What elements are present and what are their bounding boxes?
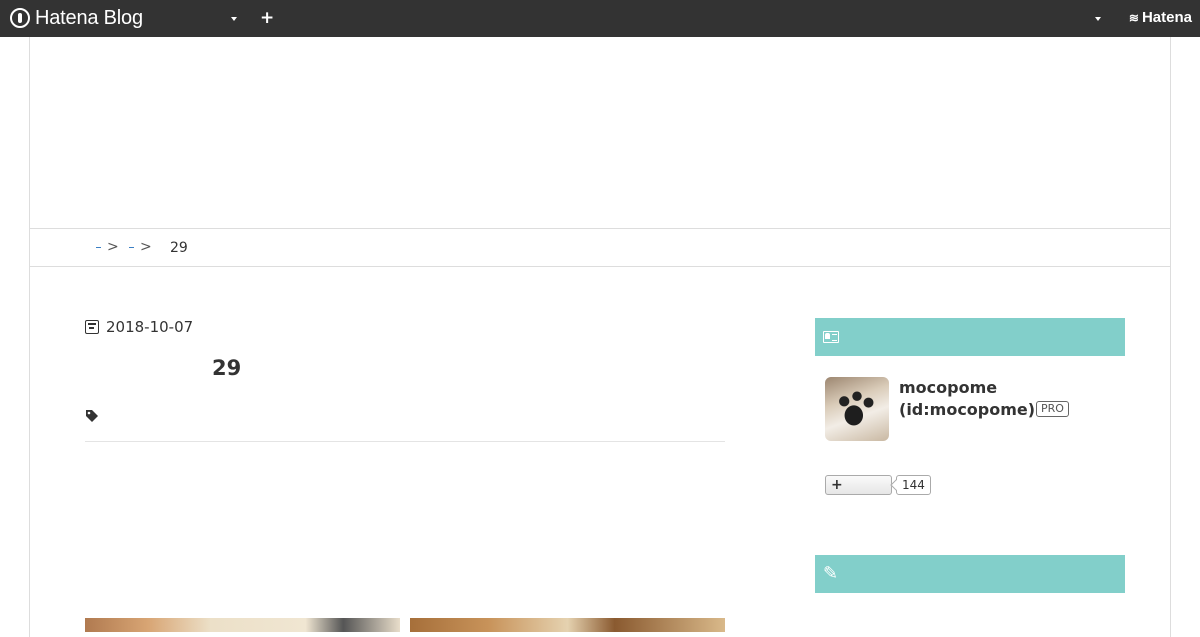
breadcrumb-separator: > [107, 239, 119, 255]
hatena-label: Hatena [1141, 9, 1192, 26]
profile-username: mocopome [899, 378, 998, 397]
breadcrumb-link-category[interactable] [129, 243, 134, 248]
pro-badge: PRO [1036, 401, 1069, 417]
id-card-icon [823, 331, 839, 343]
add-entry-button[interactable]: + [260, 9, 274, 27]
hatena-link[interactable]: ≋ Hatena [1129, 9, 1192, 26]
pencil-icon: ✎ [823, 563, 839, 584]
entry-title[interactable]: 29 [212, 356, 241, 380]
breadcrumb: > > 29 [30, 229, 1170, 267]
global-header: Hatena Blog + ≋ Hatena [0, 0, 1200, 37]
tag-icon [86, 410, 98, 422]
follower-count[interactable]: 144 [896, 475, 931, 495]
recent-entries-module-header: ✎ [815, 555, 1125, 593]
avatar[interactable] [825, 377, 889, 441]
profile-id: (id:mocopome) [899, 400, 1036, 419]
hatena-wave-icon: ≋ [1128, 10, 1139, 25]
entry-date-text: 2018-10-07 [106, 318, 194, 336]
blog-menu-chevron-down-icon[interactable] [231, 17, 237, 21]
breadcrumb-link-top[interactable] [96, 243, 101, 248]
entry-header-divider [85, 441, 725, 442]
profile-module-header [815, 318, 1125, 356]
follow-button[interactable]: + [825, 475, 892, 495]
hatena-blog-logo-icon [10, 8, 30, 28]
entry-date[interactable]: 2018-10-07 [85, 318, 193, 336]
calendar-icon [85, 320, 99, 334]
header-ad-area [30, 37, 1170, 229]
breadcrumb-separator: > [140, 239, 152, 255]
logo-text: Hatena Blog [35, 6, 143, 29]
profile-name[interactable]: mocopome (id:mocopome) [899, 377, 1035, 421]
account-menu-chevron-down-icon[interactable] [1095, 17, 1101, 21]
hatena-blog-logo[interactable]: Hatena Blog [10, 7, 143, 29]
breadcrumb-current: 29 [170, 240, 188, 256]
follow-plus-icon: + [831, 477, 843, 493]
